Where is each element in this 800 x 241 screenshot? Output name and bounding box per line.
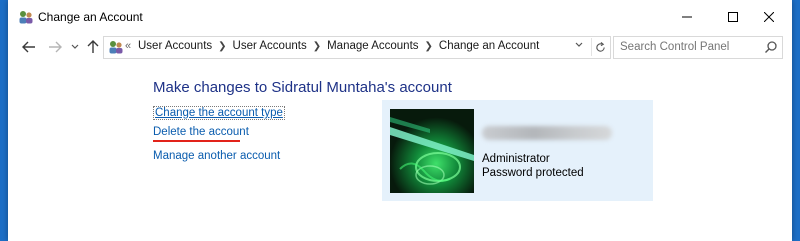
window-title: Change an Account bbox=[38, 10, 143, 24]
close-button[interactable] bbox=[746, 0, 792, 34]
refresh-icon bbox=[595, 41, 605, 52]
chevron-down-icon bbox=[575, 42, 583, 47]
breadcrumb-separator-icon[interactable]: ❯ bbox=[313, 41, 321, 52]
page-title: Make changes to Sidratul Muntaha's accou… bbox=[153, 79, 452, 96]
navigation-bar: « User Accounts ❯ User Accounts ❯ Manage… bbox=[8, 34, 792, 60]
user-accounts-icon bbox=[19, 11, 33, 24]
breadcrumb-item-current[interactable]: Change an Account bbox=[439, 40, 539, 52]
delete-account-link[interactable]: Delete the account bbox=[153, 126, 249, 138]
search-input[interactable] bbox=[620, 40, 760, 54]
recent-locations-button[interactable] bbox=[66, 38, 84, 56]
refresh-button[interactable] bbox=[591, 38, 608, 56]
breadcrumb-item[interactable]: User Accounts bbox=[138, 40, 212, 52]
breadcrumb-separator-icon[interactable]: ❯ bbox=[425, 41, 433, 52]
title-bar[interactable]: Change an Account bbox=[8, 0, 792, 34]
forward-button[interactable] bbox=[46, 38, 64, 56]
back-button[interactable] bbox=[20, 38, 38, 56]
change-account-type-link[interactable]: Change the account type bbox=[153, 106, 285, 120]
highlight-underline bbox=[153, 140, 240, 142]
breadcrumb-item[interactable]: Manage Accounts bbox=[327, 40, 418, 52]
forward-arrow-icon bbox=[49, 41, 62, 53]
breadcrumb-separator-icon[interactable]: ❯ bbox=[218, 41, 226, 52]
account-role: Administrator bbox=[482, 153, 550, 165]
user-accounts-icon bbox=[109, 41, 123, 54]
avatar-image bbox=[390, 109, 474, 193]
close-icon bbox=[764, 12, 774, 22]
up-button[interactable] bbox=[84, 38, 102, 56]
account-password-status: Password protected bbox=[482, 167, 584, 179]
address-dropdown-button[interactable] bbox=[575, 40, 583, 50]
search-icon[interactable] bbox=[764, 40, 778, 54]
overflow-chevron[interactable]: « bbox=[125, 40, 131, 52]
minimize-button[interactable] bbox=[664, 0, 710, 34]
chevron-down-icon bbox=[71, 44, 79, 49]
breadcrumb-item[interactable]: User Accounts bbox=[233, 40, 307, 52]
minimize-icon bbox=[682, 16, 692, 18]
blurred-account-name bbox=[482, 126, 612, 140]
account-avatar bbox=[390, 109, 474, 193]
account-tile: Administrator Password protected bbox=[382, 100, 653, 201]
address-bar[interactable]: « User Accounts ❯ User Accounts ❯ Manage… bbox=[103, 36, 611, 59]
up-arrow-icon bbox=[87, 40, 99, 53]
back-arrow-icon bbox=[22, 41, 35, 53]
control-panel-window: Change an Account « User Accounts ❯ User… bbox=[8, 0, 792, 241]
manage-another-account-link[interactable]: Manage another account bbox=[153, 150, 280, 162]
search-box[interactable] bbox=[613, 36, 783, 59]
breadcrumb: User Accounts ❯ User Accounts ❯ Manage A… bbox=[138, 40, 539, 52]
maximize-icon bbox=[728, 12, 738, 22]
